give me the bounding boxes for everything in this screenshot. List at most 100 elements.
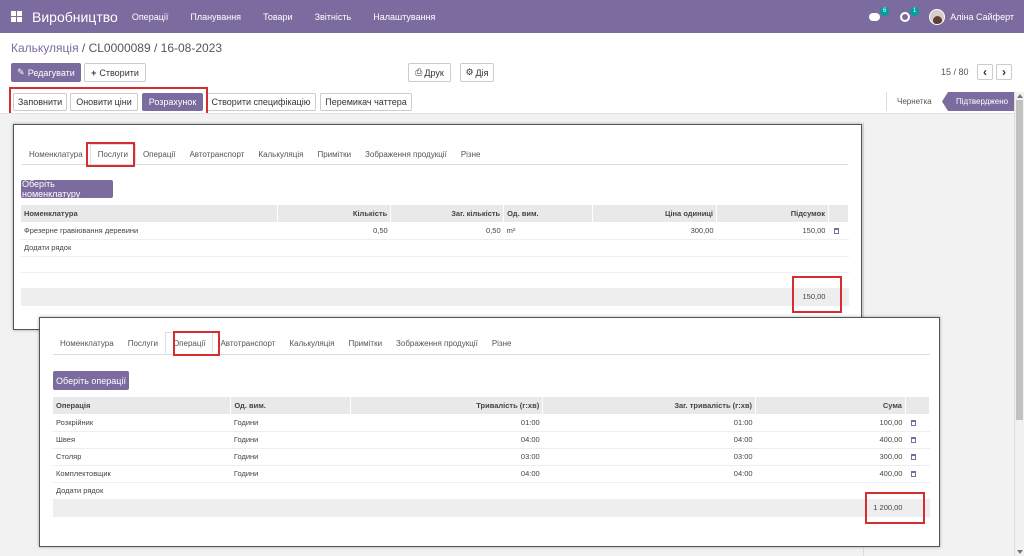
tab-operations[interactable]: Операції (136, 144, 182, 164)
printer-icon: ⎙ (415, 67, 423, 77)
tab-product-images[interactable]: Зображення продукції (358, 144, 454, 164)
print-button[interactable]: ⎙ Друк (408, 63, 451, 82)
cell-name: Фрезерне гравіювання деревини (21, 222, 278, 240)
gear-icon: ⚙ (465, 67, 474, 77)
cell-uom: Години (230, 465, 351, 483)
activity-badge: 1 (909, 6, 920, 16)
col-unit-price[interactable]: Ціна одиниці (592, 205, 718, 222)
menu-settings[interactable]: Налаштування (373, 12, 435, 22)
tab-nomenclature[interactable]: Номенклатура (53, 332, 121, 354)
tab-nomenclature[interactable]: Номенклатура (22, 144, 90, 164)
menu-operations[interactable]: Операції (132, 12, 169, 22)
trash-icon[interactable] (911, 419, 917, 426)
col-subtotal[interactable]: Підсумок (716, 205, 829, 222)
menu-reporting[interactable]: Звітність (315, 12, 352, 22)
add-line-link[interactable]: Додати рядок (53, 482, 930, 500)
highlight-operations-total (865, 492, 925, 524)
cell-operation: Комплектовщик (53, 465, 231, 483)
table-footer: 150,00 (21, 288, 849, 306)
add-line-row: Додати рядок (53, 482, 930, 500)
tab-calculation[interactable]: Калькуляція (282, 332, 341, 354)
col-quantity[interactable]: Кількість (277, 205, 392, 222)
menu-products[interactable]: Товари (263, 12, 293, 22)
page-scrollbar[interactable] (1014, 92, 1024, 556)
cell-price: 300,00 (592, 222, 717, 240)
pencil-icon: ✎ (17, 67, 25, 77)
menu-planning[interactable]: Планування (190, 12, 241, 22)
cell-uom: Години (230, 448, 351, 466)
col-nomenclature[interactable]: Номенклатура (21, 205, 279, 222)
tab-notes[interactable]: Примітки (341, 332, 389, 354)
pager-value[interactable]: 15 / 80 (941, 67, 969, 77)
operations-table: Операція Од. вим. Тривалість (г:хв) Заг.… (53, 397, 931, 517)
create-specification-button[interactable]: Створити специфікацію (206, 93, 316, 111)
breadcrumb-current: CL0000089 / 16-08-2023 (88, 41, 223, 55)
scrollbar-thumb[interactable] (1016, 100, 1023, 420)
col-duration[interactable]: Тривалість (г:хв) (350, 397, 544, 414)
cell-sum: 300,00 (755, 448, 906, 466)
top-menu: Операції Планування Товари Звітність Нал… (132, 12, 458, 22)
create-button[interactable]: + Створити (84, 63, 146, 82)
tab-product-images[interactable]: Зображення продукції (389, 332, 485, 354)
app-title[interactable]: Виробництво (32, 9, 118, 25)
status-bar: Чернетка Підтверджено (886, 92, 1014, 111)
col-total-quantity[interactable]: Заг. кількість (390, 205, 505, 222)
col-uom[interactable]: Од. вим. (230, 397, 352, 414)
col-operation[interactable]: Операція (53, 397, 232, 414)
status-draft[interactable]: Чернетка (886, 92, 942, 111)
cell-subtotal: 150,00 (716, 222, 829, 240)
select-operations-button[interactable]: Оберіть операції (53, 371, 129, 390)
chat-icon[interactable]: 6 (869, 6, 890, 24)
tab-calculation[interactable]: Калькуляція (251, 144, 310, 164)
table-row[interactable]: Швея Години 04:00 04:00 400,00 (53, 431, 930, 449)
tab-transport[interactable]: Автотранспорт (182, 144, 251, 164)
user-avatar[interactable] (929, 8, 946, 25)
tab-services[interactable]: Послуги (121, 332, 165, 354)
trash-icon[interactable] (911, 437, 917, 444)
cell-sum: 400,00 (755, 465, 906, 483)
trash-icon[interactable] (911, 471, 917, 478)
tab-misc[interactable]: Різне (485, 332, 519, 354)
cell-sum: 100,00 (755, 414, 906, 432)
tab-notes[interactable]: Примітки (310, 144, 358, 164)
cell-duration: 04:00 (350, 465, 543, 483)
user-name[interactable]: Аліна Сайферт (950, 12, 1014, 22)
highlight-services-tab (86, 142, 135, 167)
col-sum[interactable]: Сума (755, 397, 906, 414)
chevron-left-icon: ‹ (983, 65, 987, 79)
pager-previous-button[interactable]: ‹ (977, 64, 993, 80)
breadcrumb-parent[interactable]: Калькуляція (11, 41, 79, 55)
action-button[interactable]: ⚙ Дія (460, 63, 494, 82)
col-uom[interactable]: Од. вим. (503, 205, 594, 222)
cell-operation: Розкрійник (53, 414, 231, 432)
chevron-right-icon: › (1002, 65, 1006, 79)
edit-button[interactable]: ✎ Редагувати (11, 63, 81, 82)
col-total-duration[interactable]: Заг. тривалість (г:хв) (542, 397, 757, 414)
cell-total-duration: 04:00 (542, 465, 756, 483)
apps-menu-icon[interactable] (11, 11, 22, 22)
table-row[interactable]: Столяр Години 03:00 03:00 300,00 (53, 448, 930, 466)
select-nomenclature-button[interactable]: Оберіть номенклатуру (21, 179, 113, 199)
cell-duration: 01:00 (350, 414, 543, 432)
status-confirmed[interactable]: Підтверджено (942, 92, 1014, 111)
highlight-operations-tab (173, 331, 220, 356)
table-row[interactable]: Фрезерне гравіювання деревини 0,50 0,50 … (21, 222, 849, 240)
cell-sum: 400,00 (755, 431, 906, 449)
panel1-tabs: Номенклатура Послуги Операції Автотрансп… (22, 144, 848, 165)
services-table: Номенклатура Кількість Заг. кількість Од… (21, 205, 850, 306)
trash-icon[interactable] (834, 227, 840, 234)
table-header: Номенклатура Кількість Заг. кількість Од… (21, 205, 850, 222)
table-row[interactable]: Комплектовщик Години 04:00 04:00 400,00 (53, 465, 930, 483)
chatter-toggle-button[interactable]: Перемикач чаттера (320, 93, 412, 111)
cell-qty: 0,50 (277, 222, 391, 240)
tab-misc[interactable]: Різне (454, 144, 488, 164)
trash-icon[interactable] (911, 454, 917, 461)
table-row[interactable]: Розкрійник Години 01:00 01:00 100,00 (53, 414, 930, 432)
tab-transport[interactable]: Автотранспорт (213, 332, 282, 354)
breadcrumb-separator: / (78, 41, 89, 55)
plus-icon: + (91, 67, 97, 78)
add-line-link[interactable]: Додати рядок (21, 239, 849, 257)
cell-total-duration: 01:00 (542, 414, 756, 432)
activity-clock-icon[interactable]: 1 (899, 6, 920, 24)
pager-next-button[interactable]: › (996, 64, 1012, 80)
